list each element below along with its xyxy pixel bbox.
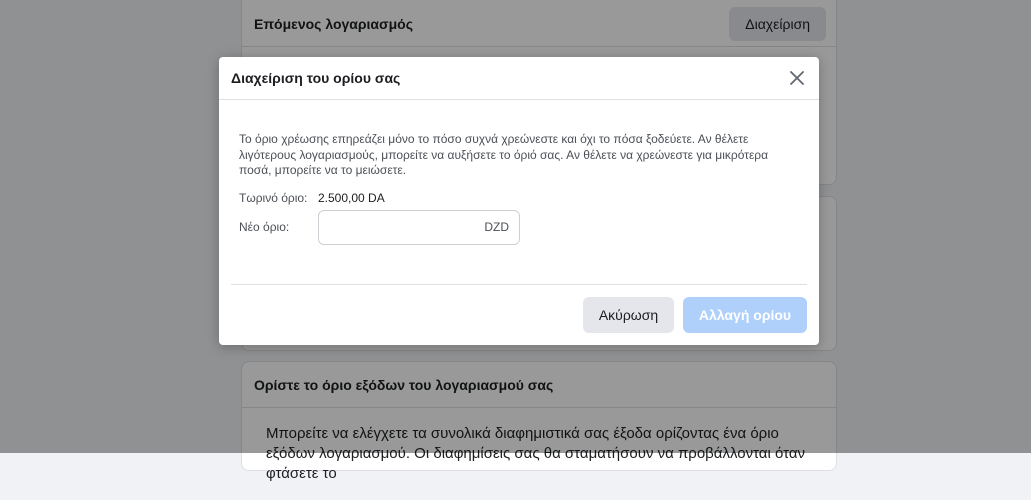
dialog-divider	[231, 284, 807, 285]
new-limit-field[interactable]: DZD	[318, 209, 520, 245]
new-limit-label: Νέο όριο:	[239, 220, 290, 234]
dialog-footer: Ακύρωση Αλλαγή ορίου	[583, 297, 807, 333]
currency-label: DZD	[484, 220, 509, 234]
current-limit-label: Τωρινό όριο:	[239, 190, 308, 205]
dialog-header: Διαχείριση του ορίου σας	[219, 57, 819, 100]
current-limit-value: 2.500,00 DA	[318, 190, 385, 205]
dialog-title: Διαχείριση του ορίου σας	[231, 70, 401, 86]
current-limit-row: Τωρινό όριο: 2.500,00 DA	[239, 190, 799, 206]
manage-limit-dialog: Διαχείριση του ορίου σας Το όριο χρέωσης…	[219, 57, 819, 345]
close-icon[interactable]	[787, 68, 807, 88]
dialog-body: Το όριο χρέωσης επηρεάζει μόνο το πόσο σ…	[219, 100, 819, 245]
new-limit-row: Νέο όριο: DZD	[239, 209, 799, 245]
cancel-button[interactable]: Ακύρωση	[583, 297, 674, 333]
new-limit-input[interactable]	[329, 219, 485, 235]
change-limit-button[interactable]: Αλλαγή ορίου	[683, 297, 807, 333]
billing-threshold-description: Το όριο χρέωσης επηρεάζει μόνο το πόσο σ…	[239, 132, 769, 177]
